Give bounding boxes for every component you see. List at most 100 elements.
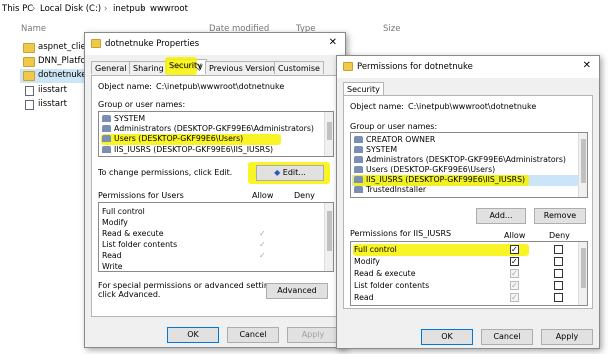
users-icon (102, 146, 111, 153)
check-icon: ✓ (511, 245, 518, 254)
user-item-selected[interactable]: Users (DESKTOP-GKF99E6\Users) (102, 134, 243, 144)
folder-icon (23, 71, 35, 81)
tab-customise[interactable]: Customise (274, 61, 324, 74)
special-permissions-text: For special permissions or advanced sett… (98, 281, 281, 290)
deny-checkbox[interactable] (554, 245, 563, 254)
object-name-label: Object name: (98, 82, 152, 91)
users-icon (102, 115, 111, 122)
users-icon (354, 156, 363, 163)
scrollbar[interactable] (324, 112, 333, 156)
users-icon (354, 136, 363, 143)
file-icon (25, 100, 34, 110)
permissions-list: Full control Modify Read & execute List … (350, 241, 588, 306)
deny-header: Deny (549, 231, 570, 240)
user-item[interactable]: SYSTEM (354, 145, 397, 155)
permissions-dialog: Permissions for dotnetnuke ✕ Security Ob… (336, 55, 600, 349)
permissions-header: Permissions for Users (98, 191, 184, 200)
object-name-value: C:\inetpub\wwwroot\dotnetnuke (156, 82, 285, 91)
permission-item: Modify (102, 218, 128, 227)
file-row[interactable]: iisstart (20, 84, 90, 98)
allow-checkbox[interactable]: ✓ (510, 245, 519, 254)
apply-button[interactable]: Apply (287, 327, 339, 343)
check-icon: ✓ (511, 281, 518, 290)
edit-button[interactable]: ◆ Edit... (256, 165, 324, 181)
tab-previous-versions[interactable]: Previous Versions (205, 61, 283, 74)
deny-checkbox[interactable] (554, 281, 563, 290)
check-icon: ✓ (511, 269, 518, 278)
scroll-thumb[interactable] (581, 248, 586, 288)
user-list: SYSTEM Administrators (DESKTOP-GKF99E6\A… (98, 111, 334, 157)
apply-button[interactable]: Apply (541, 329, 593, 345)
permission-item: Full control (102, 207, 145, 216)
tab-strip: Security (343, 82, 593, 97)
check-icon: ✓ (511, 293, 518, 302)
permission-item: List folder contents (354, 281, 430, 290)
user-item[interactable]: Administrators (DESKTOP-GKF99E6\Administ… (102, 124, 314, 134)
user-item[interactable]: IIS_IUSRS (DESKTOP-GKF99E6\IIS_IUSRS) (102, 145, 273, 155)
permission-item: Full control (354, 245, 397, 254)
users-icon (354, 176, 363, 183)
scrollbar[interactable] (578, 133, 587, 197)
allow-header: Allow (252, 191, 274, 200)
breadcrumb-separator-icon: › (104, 4, 108, 14)
breadcrumb-separator-icon: › (141, 4, 145, 14)
scrollbar[interactable] (578, 242, 587, 305)
tab-sharing[interactable]: Sharing (129, 61, 168, 74)
check-icon: ✓ (259, 240, 266, 249)
permission-item: Write (102, 262, 123, 271)
close-icon[interactable]: ✕ (329, 37, 337, 48)
group-label: Group or user names: (350, 122, 438, 131)
permission-item: List folder contents (102, 240, 178, 249)
add-button[interactable]: Add... (476, 208, 526, 224)
user-item[interactable]: Users (DESKTOP-GKF99E6\Users) (354, 165, 495, 175)
remove-button[interactable]: Remove (534, 208, 586, 224)
tab-general[interactable]: General (91, 61, 131, 74)
file-row-selected[interactable]: dotnetnuke (20, 69, 90, 83)
cancel-button[interactable]: Cancel (481, 329, 533, 345)
users-icon (354, 166, 363, 173)
scroll-thumb[interactable] (327, 122, 332, 140)
tab-security-label: Security (169, 61, 202, 70)
users-icon (354, 146, 363, 153)
scroll-thumb[interactable] (327, 211, 332, 251)
permission-item: Read & execute (102, 229, 164, 238)
allow-checkbox[interactable]: ✓ (510, 269, 519, 278)
scroll-thumb[interactable] (581, 139, 586, 183)
ok-button[interactable]: OK (167, 327, 219, 343)
permission-item: Read (102, 251, 122, 260)
user-item[interactable]: SYSTEM (102, 114, 145, 124)
file-row[interactable]: aspnet_clien (20, 41, 90, 55)
breadcrumb-item[interactable]: Local Disk (C:) (40, 4, 101, 14)
advanced-button[interactable]: Advanced (266, 283, 328, 299)
permission-item: Read & execute (354, 269, 416, 278)
file-row[interactable]: iisstart (20, 98, 90, 112)
user-item[interactable]: Administrators (DESKTOP-GKF99E6\Administ… (354, 155, 566, 165)
permission-item: Modify (354, 257, 380, 266)
breadcrumb-item[interactable]: wwwroot (150, 4, 188, 14)
close-icon[interactable]: ✕ (583, 60, 591, 71)
cancel-button[interactable]: Cancel (227, 327, 279, 343)
deny-checkbox[interactable] (554, 293, 563, 302)
column-size[interactable]: Size (383, 24, 400, 34)
deny-checkbox[interactable] (554, 257, 563, 266)
users-icon (102, 125, 111, 132)
column-name[interactable]: Name (21, 24, 46, 34)
user-item[interactable]: TrustedInstaller (354, 185, 426, 195)
scrollbar[interactable] (324, 203, 333, 271)
file-row[interactable]: DNN_Platfor (20, 55, 90, 69)
allow-checkbox[interactable]: ✓ (510, 257, 519, 266)
folder-icon (23, 43, 35, 53)
user-list: CREATOR OWNER SYSTEM Administrators (DES… (350, 132, 588, 198)
deny-checkbox[interactable] (554, 269, 563, 278)
folder-icon (23, 57, 35, 67)
tab-strip: General Sharing Security Previous Versio… (91, 59, 341, 75)
permission-item: Read (354, 293, 374, 302)
user-item-selected[interactable]: IIS_IUSRS (DESKTOP-GKF99E6\IIS_IUSRS) (354, 175, 525, 185)
dialog-title: dotnetnuke Properties (105, 39, 200, 49)
user-item[interactable]: CREATOR OWNER (354, 135, 435, 145)
breadcrumb-item[interactable]: This PC (2, 4, 33, 14)
folder-icon (343, 62, 353, 71)
allow-checkbox[interactable]: ✓ (510, 281, 519, 290)
allow-checkbox[interactable]: ✓ (510, 293, 519, 302)
ok-button[interactable]: OK (421, 329, 473, 345)
